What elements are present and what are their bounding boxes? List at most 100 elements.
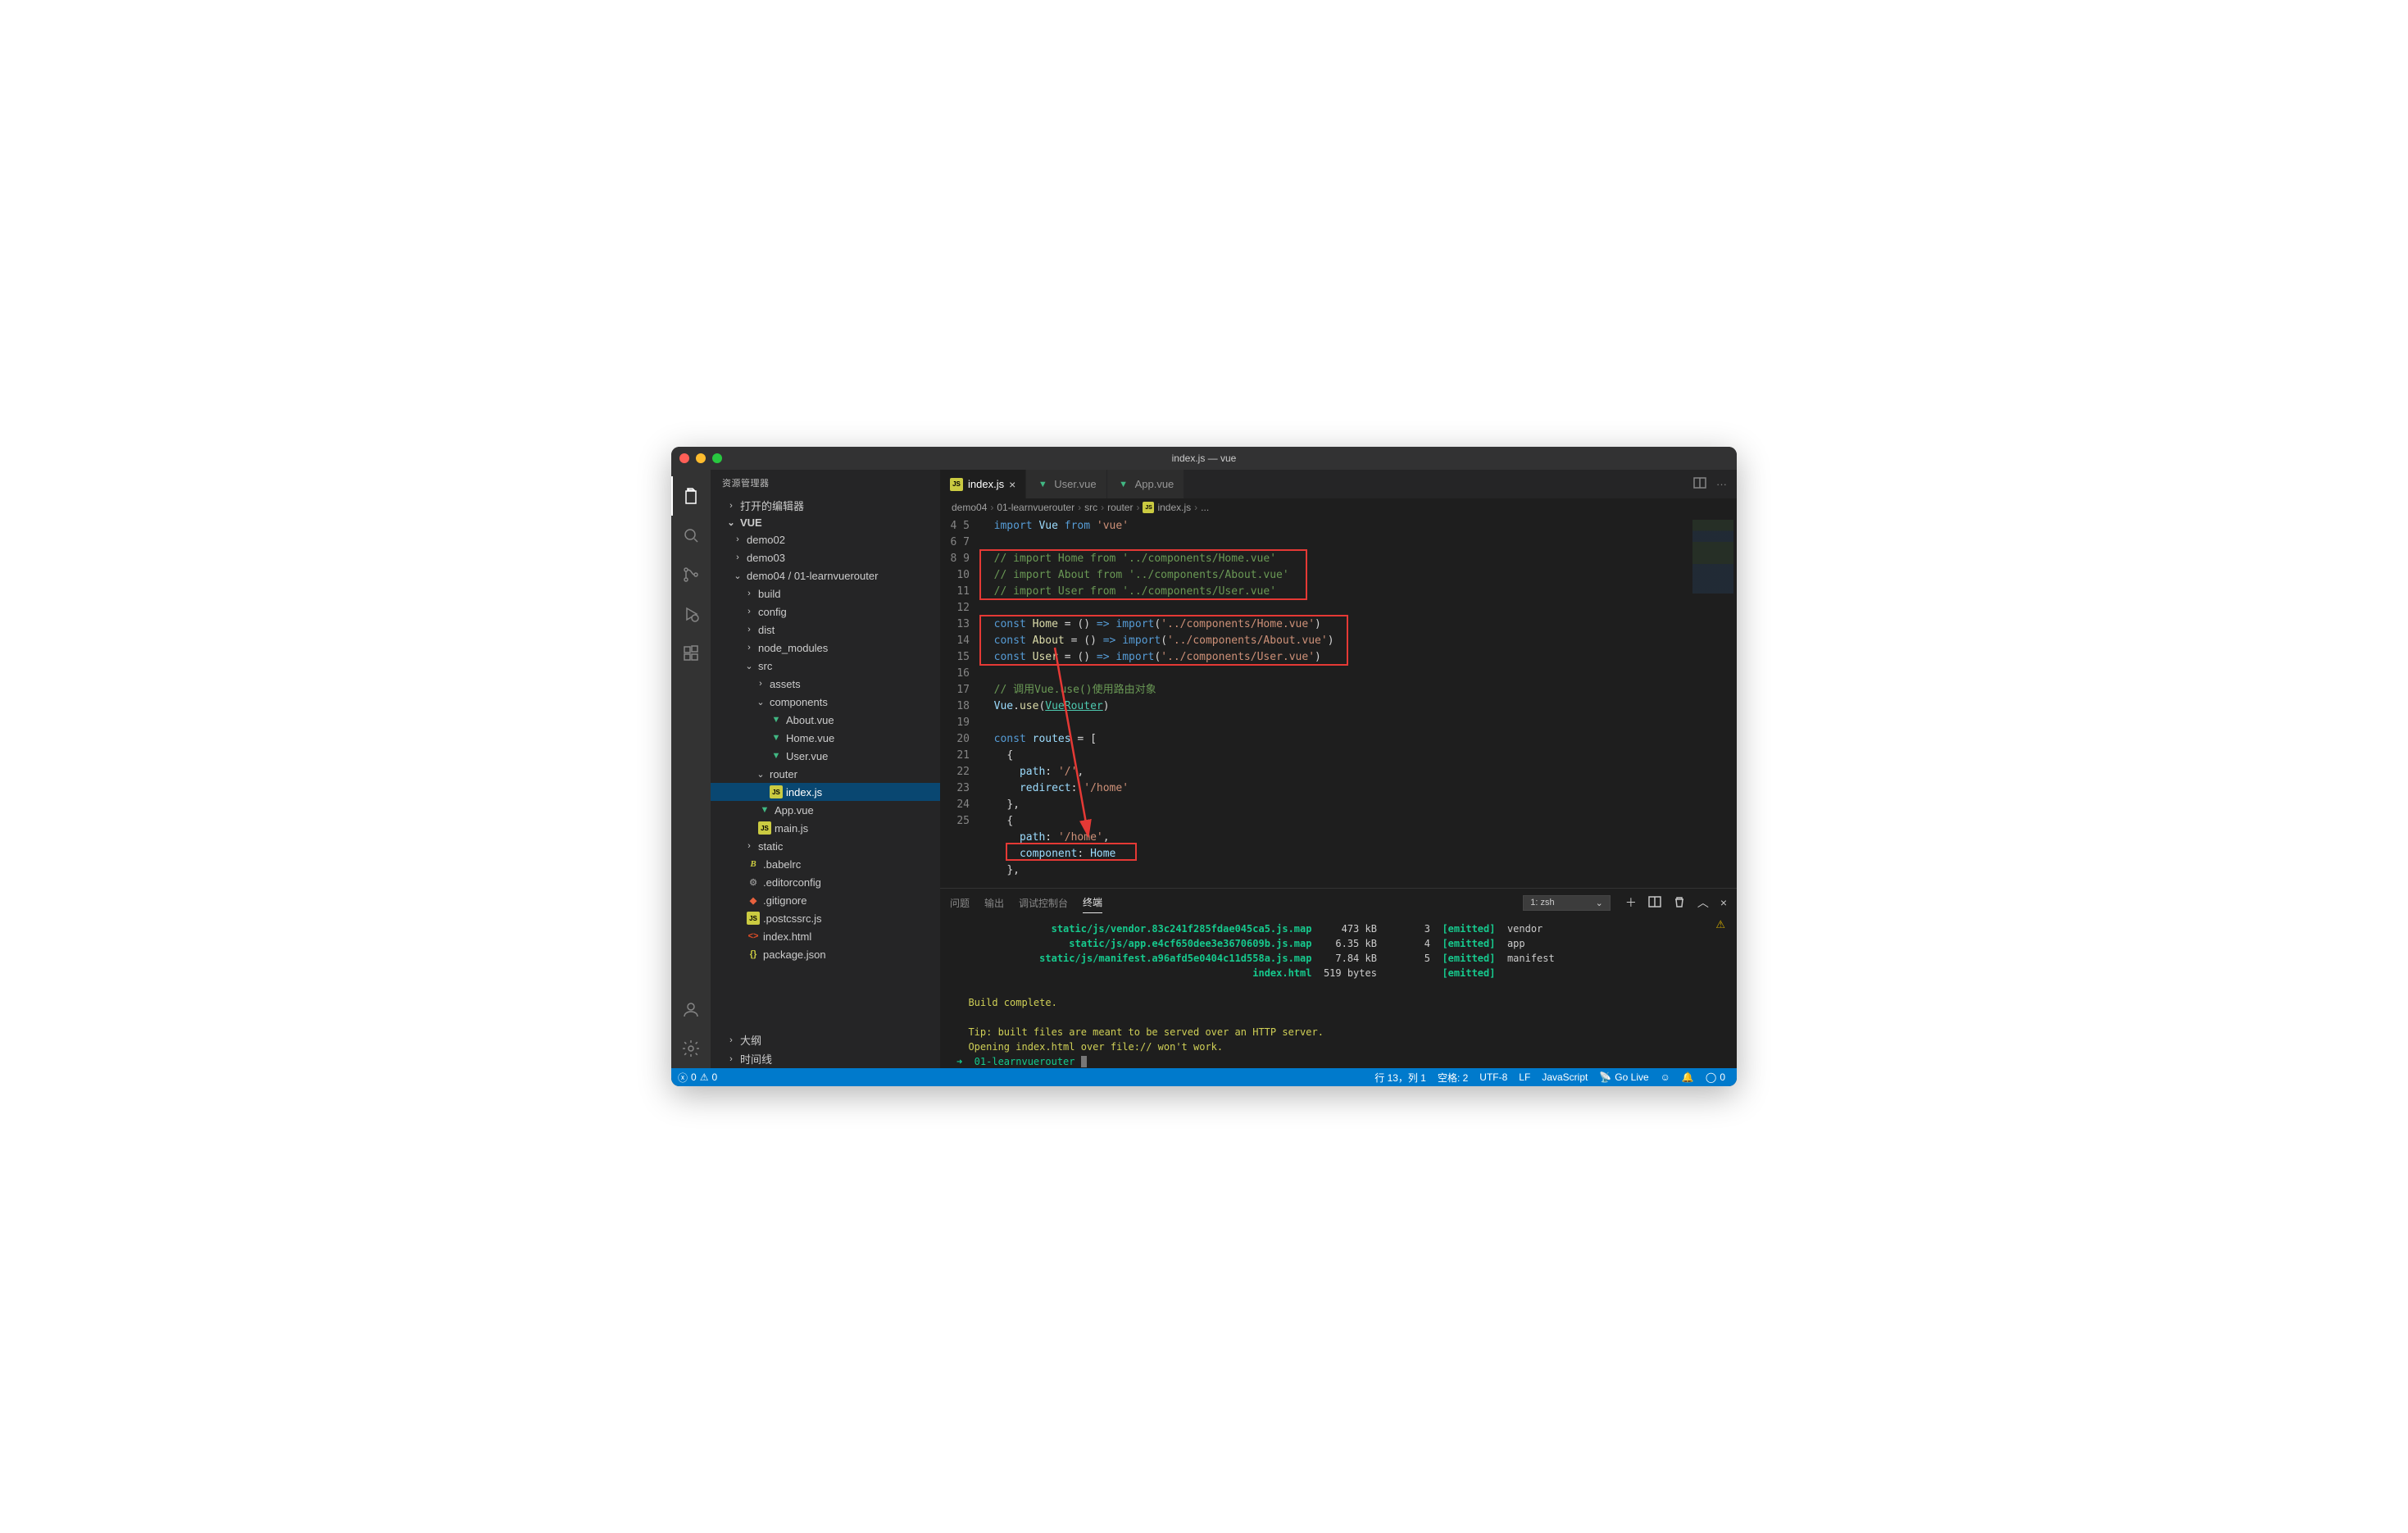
html-icon: <>: [747, 930, 760, 943]
status-feedback-icon[interactable]: ☺: [1661, 1071, 1670, 1083]
open-editors-label: 打开的编辑器: [740, 498, 804, 513]
status-errors[interactable]: ⓧ0⚠0: [678, 1071, 717, 1085]
traffic-lights: [679, 453, 722, 463]
outline-section[interactable]: ›大纲: [711, 1030, 940, 1049]
chevron-down-icon: ⌄: [1596, 898, 1603, 908]
tree-file[interactable]: ▼About.vue: [711, 711, 940, 729]
folder-root-label: VUE: [740, 516, 762, 529]
minimize-window-button[interactable]: [696, 453, 706, 463]
kill-terminal-icon[interactable]: [1673, 895, 1686, 911]
split-editor-icon[interactable]: [1693, 476, 1706, 492]
tab-user-vue[interactable]: ▼User.vue: [1026, 470, 1106, 498]
vue-icon: ▼: [1117, 478, 1130, 491]
babel-icon: B: [747, 857, 760, 871]
tab-index-js[interactable]: JSindex.js×: [940, 470, 1026, 498]
tree-folder[interactable]: ›static: [711, 837, 940, 855]
account-icon[interactable]: [671, 989, 711, 1029]
tree-file[interactable]: ▼App.vue: [711, 801, 940, 819]
close-window-button[interactable]: [679, 453, 689, 463]
terminal-output[interactable]: static/js/vendor.83c241f285fdae045ca5.js…: [940, 917, 1737, 1068]
tree-file[interactable]: ▼Home.vue: [711, 729, 940, 747]
maximize-panel-icon[interactable]: ︿: [1697, 894, 1709, 911]
activity-bar: [671, 470, 711, 1068]
timeline-section[interactable]: ›时间线: [711, 1049, 940, 1068]
titlebar[interactable]: index.js — vue: [671, 447, 1737, 470]
status-encoding[interactable]: UTF-8: [1479, 1071, 1507, 1083]
close-panel-icon[interactable]: ×: [1720, 896, 1727, 909]
js-icon: JS: [770, 785, 783, 798]
tree-file[interactable]: ▼User.vue: [711, 747, 940, 765]
maximize-window-button[interactable]: [712, 453, 722, 463]
settings-gear-icon[interactable]: [671, 1029, 711, 1068]
panel-tabs: 问题 输出 调试控制台 终端 1: zsh⌄ ＋ ︿ ×: [940, 889, 1737, 917]
extensions-icon[interactable]: [671, 634, 711, 673]
status-count[interactable]: ◯0: [1706, 1071, 1725, 1083]
git-icon: ◆: [747, 894, 760, 907]
tree-folder[interactable]: ›demo03: [711, 548, 940, 566]
folder-root[interactable]: ⌄VUE: [711, 515, 940, 530]
warning-icon: ⚠: [700, 1071, 709, 1083]
tree-file-selected[interactable]: JSindex.js: [711, 783, 940, 801]
editor[interactable]: 4 5 6 7 8 9 10 11 12 13 14 15 16 17 18 1…: [940, 516, 1737, 888]
split-terminal-icon[interactable]: [1648, 895, 1661, 911]
more-actions-icon[interactable]: ···: [1716, 478, 1727, 490]
status-bell-icon[interactable]: 🔔: [1682, 1071, 1694, 1083]
tree-file[interactable]: ◆.gitignore: [711, 891, 940, 909]
vue-icon: ▼: [770, 749, 783, 762]
panel-tab-output[interactable]: 输出: [984, 893, 1004, 913]
status-language[interactable]: JavaScript: [1542, 1071, 1588, 1083]
tab-app-vue[interactable]: ▼App.vue: [1107, 470, 1185, 498]
explorer-icon[interactable]: [671, 476, 711, 516]
panel: 问题 输出 调试控制台 终端 1: zsh⌄ ＋ ︿ × ⚠: [940, 888, 1737, 1068]
tree-folder[interactable]: ›demo02: [711, 530, 940, 548]
file-tree[interactable]: ›demo02 ›demo03 ⌄demo04 / 01-learnvuerou…: [711, 530, 940, 1030]
tree-file[interactable]: B.babelrc: [711, 855, 940, 873]
status-line-col[interactable]: 行 13，列 1: [1374, 1071, 1426, 1085]
status-spaces[interactable]: 空格: 2: [1438, 1071, 1468, 1085]
sidebar-title: 资源管理器: [711, 470, 940, 496]
tree-file[interactable]: {}package.json: [711, 945, 940, 963]
tree-folder[interactable]: ›build: [711, 585, 940, 603]
window-title: index.js — vue: [1172, 453, 1237, 464]
tree-file[interactable]: JS.postcssrc.js: [711, 909, 940, 927]
tree-file[interactable]: JSmain.js: [711, 819, 940, 837]
warning-icon: ⚠: [1715, 918, 1725, 931]
config-icon: ⚙: [747, 876, 760, 889]
status-bar: ⓧ0⚠0 行 13，列 1 空格: 2 UTF-8 LF JavaScript …: [671, 1068, 1737, 1086]
debug-icon[interactable]: [671, 594, 711, 634]
vscode-window: index.js — vue 资源管理器 ›打开的编辑器 ⌄VUE ›demo0…: [671, 447, 1737, 1086]
open-editors-section[interactable]: ›打开的编辑器: [711, 496, 940, 515]
minimap[interactable]: [1688, 516, 1737, 888]
tree-folder[interactable]: ›node_modules: [711, 639, 940, 657]
status-eol[interactable]: LF: [1519, 1071, 1530, 1083]
timeline-label: 时间线: [740, 1051, 772, 1067]
close-tab-icon[interactable]: ×: [1009, 478, 1015, 491]
tree-file[interactable]: ⚙.editorconfig: [711, 873, 940, 891]
tree-folder[interactable]: ›dist: [711, 621, 940, 639]
js-icon: JS: [1143, 502, 1154, 513]
status-golive[interactable]: 📡Go Live: [1599, 1071, 1648, 1083]
broadcast-icon: 📡: [1599, 1071, 1611, 1083]
line-numbers: 4 5 6 7 8 9 10 11 12 13 14 15 16 17 18 1…: [940, 516, 981, 888]
tree-folder[interactable]: ⌄components: [711, 693, 940, 711]
tree-folder[interactable]: ⌄router: [711, 765, 940, 783]
panel-tab-debug[interactable]: 调试控制台: [1019, 893, 1068, 913]
js-icon: JS: [950, 478, 963, 491]
code-content[interactable]: import Vue from 'vue' // import Home fro…: [981, 516, 1688, 888]
tree-folder[interactable]: ⌄demo04 / 01-learnvuerouter: [711, 566, 940, 585]
tree-file[interactable]: <>index.html: [711, 927, 940, 945]
tree-folder[interactable]: ›config: [711, 603, 940, 621]
error-icon: ⓧ: [678, 1071, 688, 1085]
new-terminal-icon[interactable]: ＋: [1625, 894, 1637, 911]
tree-folder[interactable]: ⌄src: [711, 657, 940, 675]
explorer-sidebar: 资源管理器 ›打开的编辑器 ⌄VUE ›demo02 ›demo03 ⌄demo…: [711, 470, 940, 1068]
js-icon: JS: [758, 821, 771, 835]
panel-tab-problems[interactable]: 问题: [950, 893, 970, 913]
source-control-icon[interactable]: [671, 555, 711, 594]
panel-tab-terminal[interactable]: 终端: [1083, 892, 1102, 913]
terminal-selector[interactable]: 1: zsh⌄: [1523, 895, 1611, 911]
search-icon[interactable]: [671, 516, 711, 555]
breadcrumbs[interactable]: demo04› 01-learnvuerouter› src› router› …: [940, 498, 1737, 516]
json-icon: {}: [747, 948, 760, 961]
tree-folder[interactable]: ›assets: [711, 675, 940, 693]
